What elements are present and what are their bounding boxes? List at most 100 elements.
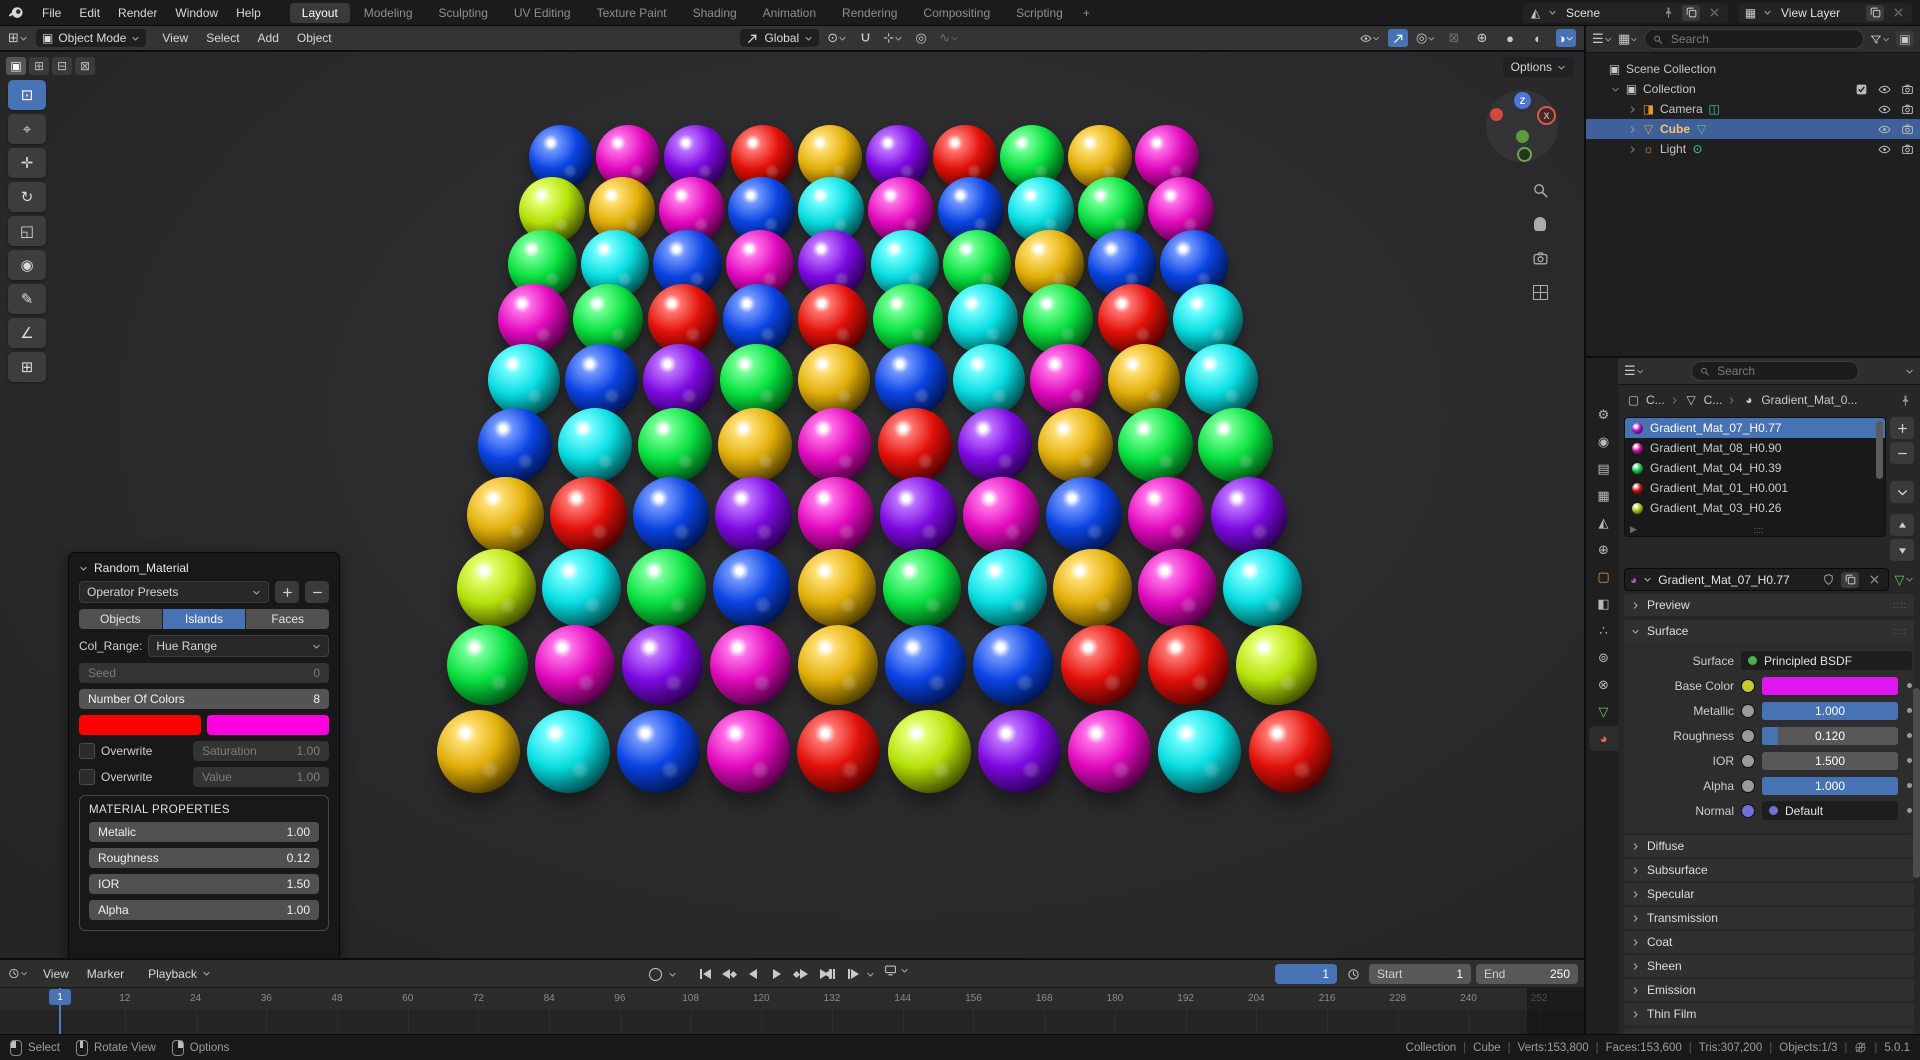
previous-keyframe-button[interactable] — [718, 964, 740, 984]
metalic-slider[interactable]: Metalic1.00 — [89, 822, 319, 842]
measure-tool[interactable]: ∠ — [8, 318, 46, 348]
viewport-sphere[interactable] — [1185, 344, 1257, 416]
rendered-shading-button[interactable]: ◑ — [1556, 29, 1576, 47]
previous-frame-button[interactable] — [818, 964, 840, 984]
remove-preset-button[interactable] — [305, 581, 329, 603]
fake-user-shield-icon[interactable] — [1822, 573, 1835, 586]
viewport-sphere[interactable] — [565, 344, 637, 416]
viewport-menu-select[interactable]: Select — [198, 29, 247, 47]
surface-shader-field[interactable]: Principled BSDF — [1741, 651, 1912, 670]
scene-name[interactable]: Scene — [1562, 6, 1654, 20]
keying-dropdown[interactable] — [668, 970, 677, 979]
copy-material-button[interactable] — [1841, 572, 1859, 588]
number-of-colors-slider[interactable]: Number Of Colors8 — [79, 689, 329, 709]
viewport-sphere[interactable] — [1118, 408, 1193, 483]
properties-tab-view-layer-icon[interactable]: ▦ — [1589, 483, 1618, 508]
tab-rendering[interactable]: Rendering — [830, 3, 909, 23]
viewport-sphere[interactable] — [1211, 477, 1288, 554]
xray-toggle[interactable]: ⊠ — [1444, 29, 1464, 47]
viewport-sphere[interactable] — [958, 408, 1033, 483]
eye-icon[interactable] — [1878, 103, 1891, 116]
menu-edit[interactable]: Edit — [70, 3, 109, 23]
tab-animation[interactable]: Animation — [751, 3, 828, 23]
zoom-icon[interactable] — [1530, 180, 1550, 200]
properties-tab-modifiers-icon[interactable]: ◧ — [1589, 591, 1618, 616]
pivot-point-dropdown[interactable]: ⊙ — [827, 29, 847, 47]
animate-decorator-dot[interactable] — [1907, 808, 1912, 813]
viewport-sphere[interactable] — [718, 408, 793, 483]
new-view-layer-button[interactable] — [1866, 5, 1884, 21]
viewport-sphere[interactable] — [1158, 710, 1241, 793]
gizmo-y-neg-axis[interactable] — [1517, 147, 1532, 162]
blender-logo-icon[interactable] — [8, 4, 25, 21]
viewport-sphere[interactable] — [498, 284, 568, 354]
viewport-sphere[interactable] — [558, 408, 633, 483]
roughness-slider[interactable]: Roughness0.12 — [89, 848, 319, 868]
viewport-sphere[interactable] — [527, 710, 610, 793]
tab-uv-editing[interactable]: UV Editing — [502, 3, 583, 23]
collapse-icon[interactable] — [79, 564, 88, 573]
viewport-menu-object[interactable]: Object — [289, 29, 340, 47]
preview-panel-header[interactable]: Preview :::: — [1624, 594, 1914, 616]
camera-render-icon[interactable] — [1901, 123, 1914, 136]
viewport-sphere[interactable] — [535, 625, 616, 706]
add-cube-tool[interactable]: ⊞ — [8, 352, 46, 382]
viewport-sphere[interactable] — [968, 549, 1047, 628]
properties-scrollbar[interactable] — [1913, 688, 1920, 878]
tab-texture-paint[interactable]: Texture Paint — [585, 3, 679, 23]
coat-panel-header[interactable]: Coat — [1624, 931, 1914, 953]
material-slot[interactable]: Gradient_Mat_07_H0.77 — [1625, 418, 1885, 438]
material-slot[interactable]: Gradient_Mat_01_H0.001 — [1625, 478, 1885, 498]
list-expand-icon[interactable]: ▶ — [1630, 524, 1637, 535]
remove-view-layer-button[interactable] — [1889, 5, 1907, 21]
breadcrumb-item[interactable]: ▽C... — [1684, 393, 1723, 407]
properties-tab-object-icon[interactable]: ▢ — [1589, 564, 1618, 589]
viewport-sphere[interactable] — [1053, 549, 1132, 628]
camera-render-icon[interactable] — [1901, 143, 1914, 156]
ortho-persp-icon[interactable] — [1530, 282, 1550, 302]
metallic-slider[interactable]: 1.000 — [1762, 702, 1898, 720]
breadcrumb-item[interactable]: ◕Gradient_Mat_0... — [1741, 393, 1857, 407]
new-collection-button[interactable]: ▣ — [1896, 31, 1914, 47]
snap-target-dropdown[interactable]: ⊹ — [883, 29, 903, 47]
checkbox-icon[interactable] — [1855, 83, 1868, 96]
start-frame-field[interactable]: Start1 — [1369, 964, 1471, 984]
viewport-sphere[interactable] — [467, 477, 544, 554]
viewport-sphere[interactable] — [707, 710, 790, 793]
viewport-sphere[interactable] — [798, 408, 873, 483]
wireframe-shading-button[interactable]: ⊕ — [1472, 29, 1492, 47]
viewport-sphere[interactable] — [1128, 477, 1205, 554]
col-range-dropdown[interactable]: Hue Range — [148, 635, 329, 657]
gizmo-y-axis[interactable] — [1516, 130, 1529, 143]
viewport-sphere[interactable] — [1046, 477, 1123, 554]
camera-render-icon[interactable] — [1901, 83, 1914, 96]
viewport-sphere[interactable] — [1068, 710, 1151, 793]
gizmo-z-axis[interactable]: Z — [1514, 92, 1531, 109]
timeline-menu-view[interactable]: View — [34, 964, 78, 984]
chevron-right-icon[interactable] — [1628, 125, 1637, 134]
viewport-sphere[interactable] — [1198, 408, 1273, 483]
properties-tab-render-icon[interactable]: ◉ — [1589, 429, 1618, 454]
overwrite-checkbox[interactable] — [79, 769, 95, 785]
select-intersect[interactable]: ⊠ — [75, 57, 95, 75]
timeline-menu-marker[interactable]: Marker — [78, 964, 133, 984]
viewport-sphere[interactable] — [798, 549, 877, 628]
menu-file[interactable]: File — [33, 3, 70, 23]
move-tool[interactable]: ✛ — [8, 148, 46, 178]
eye-icon[interactable] — [1878, 143, 1891, 156]
viewport-sphere[interactable] — [713, 549, 792, 628]
viewport-sphere[interactable] — [1108, 344, 1180, 416]
outliner-search[interactable] — [1644, 29, 1864, 49]
viewport-sphere[interactable] — [1038, 408, 1113, 483]
outliner-row-scene-collection[interactable]: ▣Scene Collection — [1586, 59, 1920, 79]
tab-shading[interactable]: Shading — [681, 3, 749, 23]
gizmos-toggle[interactable] — [1388, 29, 1408, 47]
pin-icon[interactable] — [1899, 394, 1912, 407]
current-frame-field[interactable]: 1 — [1275, 964, 1337, 984]
viewport-sphere[interactable] — [1249, 710, 1332, 793]
jump-to-start-button[interactable] — [694, 964, 716, 984]
end-frame-field[interactable]: End250 — [1476, 964, 1578, 984]
chevron-right-icon[interactable] — [1628, 105, 1637, 114]
viewport-sphere[interactable] — [617, 710, 700, 793]
solid-shading-button[interactable]: ● — [1500, 29, 1520, 47]
